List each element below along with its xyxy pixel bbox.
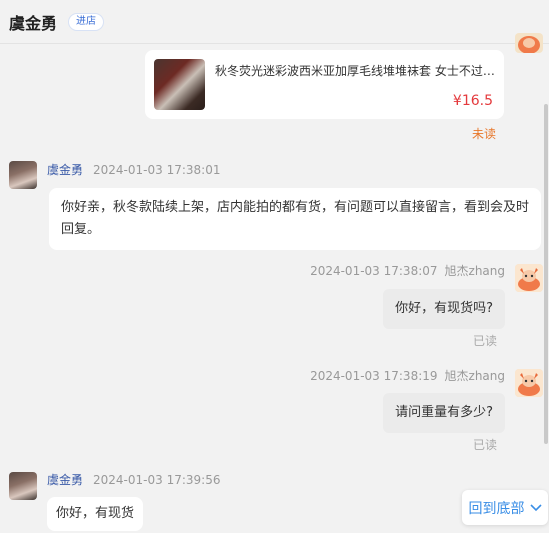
user-avatar bbox=[515, 369, 543, 397]
unread-status: 未读 bbox=[472, 127, 497, 141]
shop-avatar bbox=[9, 472, 37, 500]
product-card[interactable]: 秋冬荧光迷彩波西米亚加厚毛线堆堆袜套 女士不过膝保暖腿套 ¥16.5 bbox=[145, 50, 504, 119]
shop-name: 虞金勇 bbox=[9, 13, 58, 33]
user-avatar bbox=[515, 264, 543, 292]
chevron-down-icon bbox=[529, 503, 542, 511]
chat-header: 虞金勇 进店 bbox=[0, 0, 549, 44]
scroll-thumb[interactable] bbox=[544, 104, 548, 444]
scrollbar[interactable] bbox=[543, 44, 549, 533]
enter-shop-button[interactable]: 进店 bbox=[68, 12, 105, 31]
product-thumbnail[interactable] bbox=[154, 59, 205, 110]
message-time: 2024-01-03 17:38:07 bbox=[310, 264, 438, 278]
message-meta: 2024-01-03 17:38:07 旭杰zhang bbox=[310, 263, 505, 279]
user-avatar bbox=[515, 33, 543, 53]
sender-name: 虞金勇 bbox=[47, 473, 84, 487]
message-time: 2024-01-03 17:38:19 bbox=[310, 369, 438, 383]
shop-avatar bbox=[9, 161, 37, 189]
sender-name: 旭杰zhang bbox=[444, 369, 505, 383]
message-time: 2024-01-03 17:39:56 bbox=[93, 473, 221, 487]
product-title[interactable]: 秋冬荧光迷彩波西米亚加厚毛线堆堆袜套 女士不过膝保暖腿套 bbox=[215, 63, 497, 79]
message-meta: 虞金勇 2024-01-03 17:39:56 bbox=[47, 472, 220, 488]
cartoon-avatar-icon bbox=[515, 264, 543, 292]
message-time: 2024-01-03 17:38:01 bbox=[93, 163, 221, 177]
cartoon-avatar-icon bbox=[518, 36, 540, 53]
message-bubble: 请问重量有多少? bbox=[383, 393, 505, 433]
message-bubble: 你好，有现货吗? bbox=[383, 289, 505, 329]
product-price: ¥16.5 bbox=[452, 93, 493, 109]
read-status: 已读 bbox=[473, 438, 498, 452]
sender-name: 旭杰zhang bbox=[444, 264, 505, 278]
sender-name: 虞金勇 bbox=[47, 163, 84, 177]
message-meta: 2024-01-03 17:38:19 旭杰zhang bbox=[310, 368, 505, 384]
message-meta: 虞金勇 2024-01-03 17:38:01 bbox=[47, 162, 220, 178]
read-status: 已读 bbox=[473, 334, 498, 348]
scroll-to-bottom-button[interactable]: 回到底部 bbox=[462, 490, 548, 525]
cartoon-avatar-icon bbox=[515, 369, 543, 397]
scroll-to-bottom-label: 回到底部 bbox=[468, 500, 525, 517]
message-bubble: 你好亲，秋冬款陆续上架，店内能拍的都有货，有问题可以直接留言，看到会及时回复。 bbox=[49, 188, 541, 250]
message-bubble: 你好，有现货 bbox=[47, 497, 144, 531]
